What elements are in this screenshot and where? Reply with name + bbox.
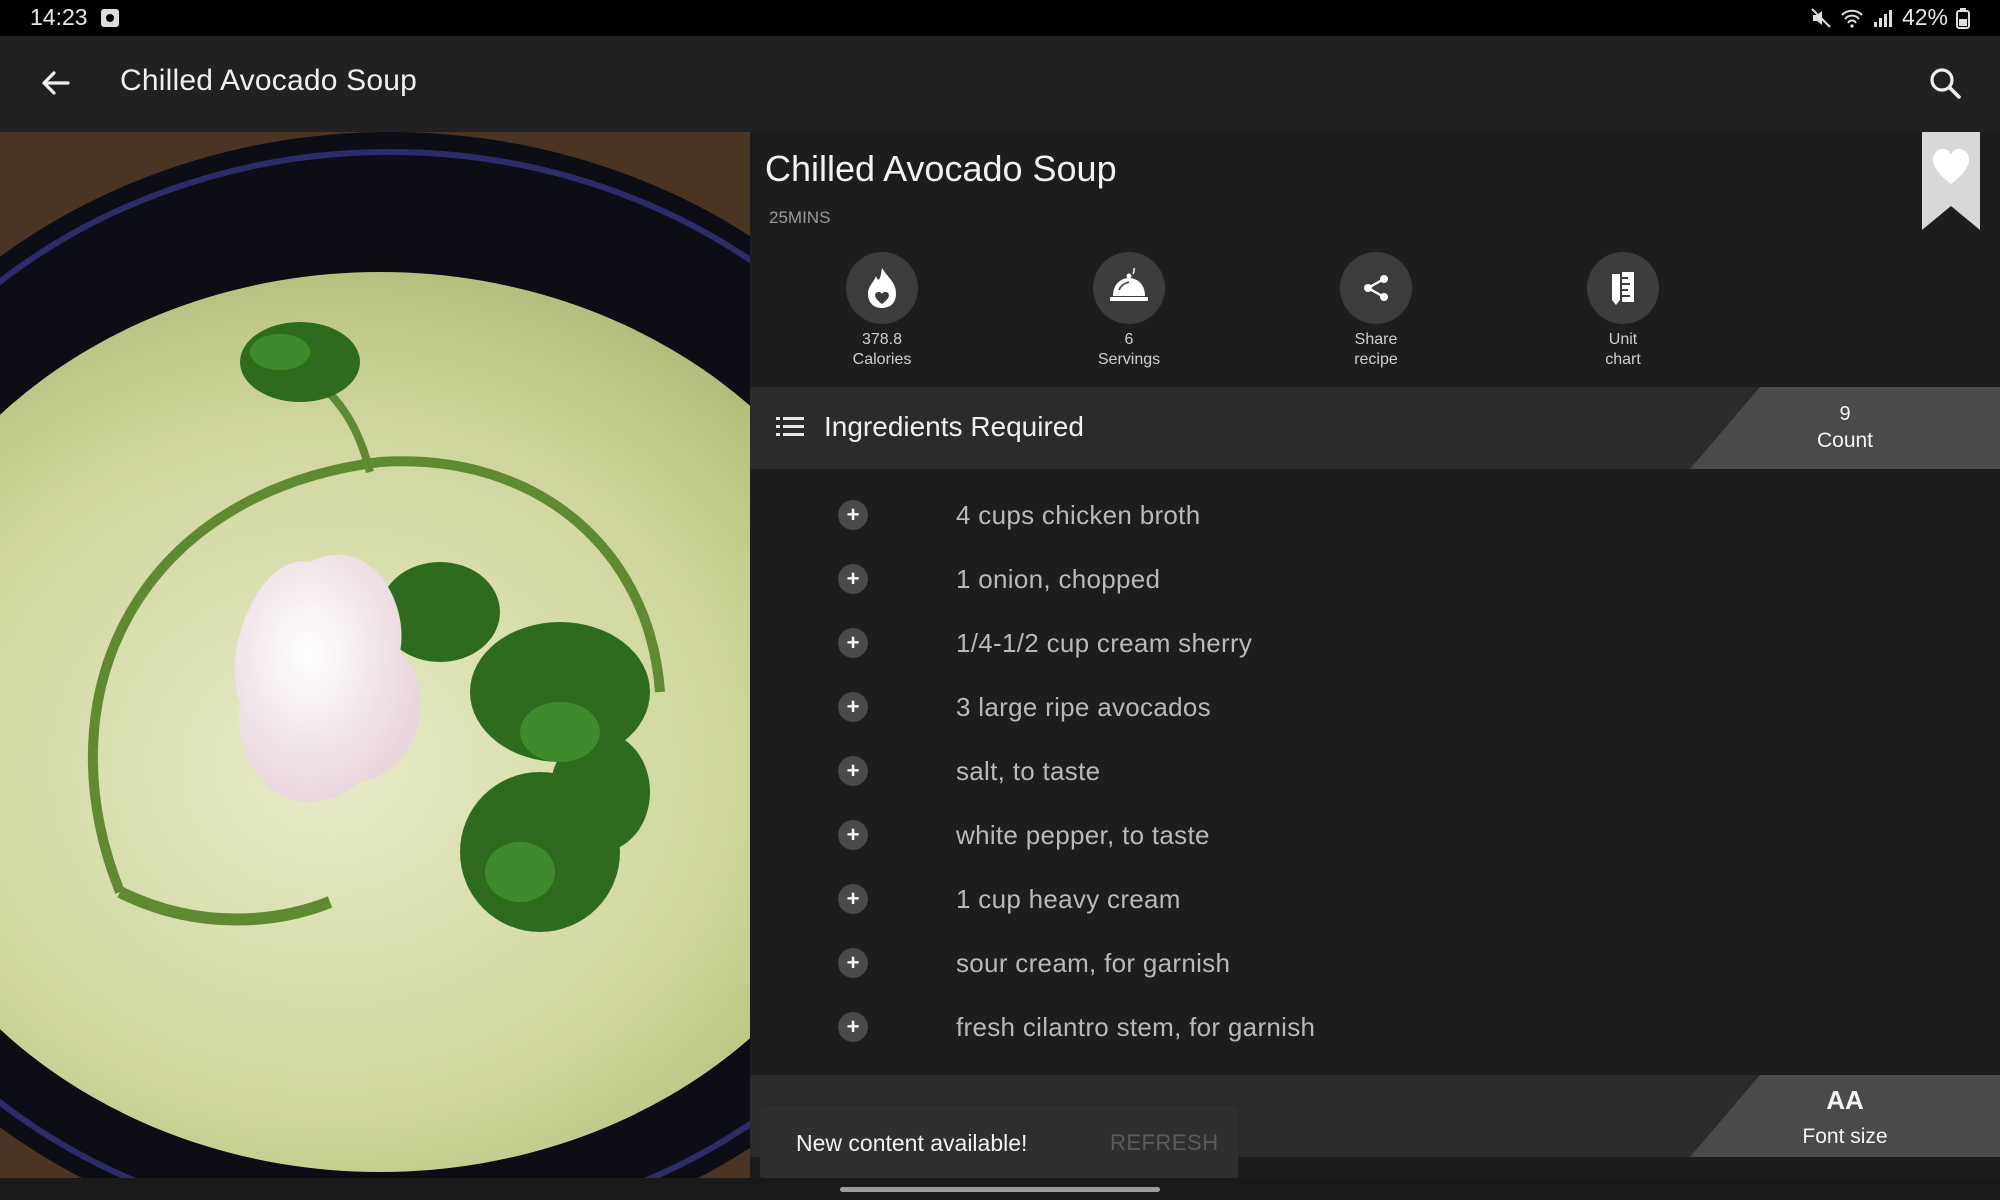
plus-icon: +	[846, 694, 860, 719]
recipe-details: Chilled Avocado Soup 25MINS 378.8 Calori…	[750, 132, 2000, 1178]
add-ingredient-button[interactable]: +	[838, 1012, 868, 1042]
search-icon[interactable]	[1926, 64, 1964, 102]
flame-icon	[846, 252, 918, 324]
cloche-icon	[1093, 252, 1165, 324]
ingredient-text: 1 cup heavy cream	[956, 884, 1181, 914]
recipe-photo	[0, 132, 750, 1178]
favorite-bookmark-icon[interactable]	[1922, 132, 1980, 230]
recipe-stats: 378.8 Calories 6 Servings Share recipe U…	[750, 252, 1750, 372]
add-ingredient-button[interactable]: +	[838, 564, 868, 594]
share-label-line1: Share	[1354, 331, 1398, 348]
plus-icon: +	[846, 886, 860, 911]
ingredient-row: + salt, to taste	[750, 738, 2000, 802]
share-recipe-button[interactable]: Share recipe	[1306, 252, 1446, 370]
ingredient-count-label: Count	[1816, 429, 1874, 452]
calories-value: 378.8	[861, 331, 903, 348]
ingredient-row: + 3 large ripe avocados	[750, 674, 2000, 738]
font-size-icon: AA	[1826, 1085, 1864, 1115]
add-ingredient-button[interactable]: +	[838, 756, 868, 786]
recipe-time: 25MINS	[769, 208, 831, 227]
calories-label: Calories	[852, 351, 912, 368]
home-gesture-handle[interactable]	[840, 1187, 1160, 1192]
ingredient-row: + sour cream, for garnish	[750, 930, 2000, 994]
font-size-button[interactable]: AA Font size	[1690, 1075, 2000, 1157]
wifi-icon	[1841, 9, 1863, 28]
battery-percent: 42%	[1901, 4, 1948, 30]
unit-label-line2: chart	[1605, 351, 1641, 368]
add-ingredient-button[interactable]: +	[838, 884, 868, 914]
add-ingredient-button[interactable]: +	[838, 692, 868, 722]
servings-stat: 6 Servings	[1059, 252, 1199, 370]
ingredient-text: salt, to taste	[956, 756, 1101, 786]
signal-icon	[1873, 9, 1892, 27]
calories-stat: 378.8 Calories	[812, 252, 952, 370]
add-ingredient-button[interactable]: +	[838, 628, 868, 658]
ingredient-row: + 4 cups chicken broth	[750, 482, 2000, 546]
font-size-label: Font size	[1802, 1125, 1888, 1148]
plus-icon: +	[846, 822, 860, 847]
ingredient-text: 1/4-1/2 cup cream sherry	[956, 628, 1253, 658]
refresh-button[interactable]: REFRESH	[1110, 1130, 1219, 1156]
status-right: 42%	[1810, 4, 1970, 31]
list-icon	[776, 417, 804, 436]
notification-icon	[101, 9, 119, 27]
ingredient-text: 4 cups chicken broth	[956, 500, 1201, 530]
ingredient-text: sour cream, for garnish	[956, 948, 1231, 978]
add-ingredient-button[interactable]: +	[838, 820, 868, 850]
ingredients-title: Ingredients Required	[824, 411, 1084, 442]
ingredients-header: Ingredients Required 9 Count	[750, 387, 2000, 469]
plus-icon: +	[846, 566, 860, 591]
plus-icon: +	[846, 758, 860, 783]
plus-icon: +	[846, 950, 860, 975]
ingredient-text: fresh cilantro stem, for garnish	[956, 1012, 1316, 1042]
servings-value: 6	[1124, 331, 1134, 348]
snackbar-message: New content available!	[796, 1130, 1028, 1156]
plus-icon: +	[846, 502, 860, 527]
plus-icon: +	[846, 630, 860, 655]
navigation-bar	[0, 1178, 2000, 1200]
unit-chart-button[interactable]: Unit chart	[1553, 252, 1693, 370]
share-icon[interactable]	[1340, 252, 1412, 324]
unit-label-line1: Unit	[1608, 331, 1638, 348]
battery-icon	[1956, 7, 1970, 29]
add-ingredient-button[interactable]: +	[838, 948, 868, 978]
ingredient-text: 3 large ripe avocados	[956, 692, 1211, 722]
plus-icon: +	[846, 1014, 860, 1039]
recipe-title: Chilled Avocado Soup	[765, 148, 1117, 189]
back-arrow-icon[interactable]	[36, 64, 74, 102]
app-bar-title: Chilled Avocado Soup	[120, 64, 417, 97]
mute-icon	[1811, 7, 1831, 28]
status-bar: 14:23 42%	[0, 0, 2000, 36]
ingredient-row: + 1/4-1/2 cup cream sherry	[750, 610, 2000, 674]
ingredient-row: + 1 cup heavy cream	[750, 866, 2000, 930]
ingredient-row: + fresh cilantro stem, for garnish	[750, 994, 2000, 1058]
app-bar: Chilled Avocado Soup	[0, 36, 2000, 132]
ingredient-row: + 1 onion, chopped	[750, 546, 2000, 610]
add-ingredient-button[interactable]: +	[838, 500, 868, 530]
share-label-line2: recipe	[1354, 351, 1398, 368]
ingredients-list: + 4 cups chicken broth + 1 onion, choppe…	[750, 469, 2000, 1058]
ingredient-count-value: 9	[1839, 403, 1851, 425]
snackbar: New content available! REFRESH	[760, 1106, 1238, 1178]
ingredient-row: + white pepper, to taste	[750, 802, 2000, 866]
ruler-icon[interactable]	[1587, 252, 1659, 324]
ingredient-text: 1 onion, chopped	[956, 564, 1161, 594]
ingredient-count-badge: 9 Count	[1690, 387, 2000, 469]
servings-label: Servings	[1097, 351, 1161, 368]
status-time: 14:23	[30, 4, 88, 30]
ingredient-text: white pepper, to taste	[956, 820, 1210, 850]
